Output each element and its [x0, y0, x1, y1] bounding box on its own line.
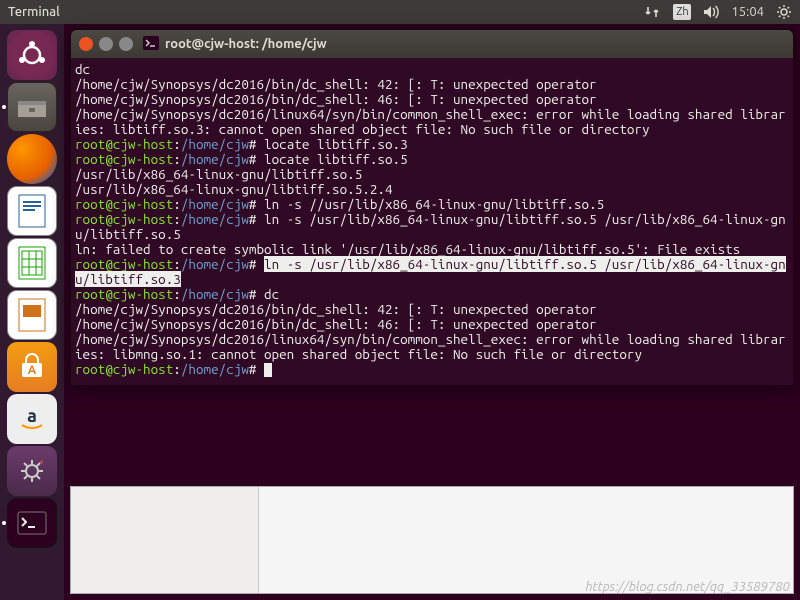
top-menubar: Terminal Zh 15:04: [0, 0, 800, 24]
window-minimize-button[interactable]: [99, 37, 113, 51]
libreoffice-calc-icon[interactable]: [7, 238, 57, 288]
system-settings-icon[interactable]: [7, 446, 57, 496]
window-close-button[interactable]: [79, 37, 93, 51]
file-manager-sidebar: [71, 487, 259, 593]
svg-text:a: a: [27, 406, 37, 426]
term-line: /home/cjw/Synopsys/dc2016/bin/dc_shell: …: [75, 91, 597, 107]
dash-icon[interactable]: [7, 30, 57, 80]
term-cmd: ln -s //usr/lib/x86_64-linux-gnu/libtiff…: [264, 196, 604, 212]
term-line: /home/cjw/Synopsys/dc2016/linux64/syn/bi…: [75, 106, 786, 137]
sound-indicator-icon[interactable]: [703, 5, 721, 19]
firefox-icon[interactable]: [7, 134, 57, 184]
prompt-user: root@cjw-host: [75, 136, 173, 152]
file-manager-window[interactable]: [70, 486, 794, 594]
ubuntu-software-icon[interactable]: A: [7, 342, 57, 392]
system-gear-icon[interactable]: [776, 4, 792, 20]
terminal-window: root@cjw-host: /home/cjw dc /home/cjw/Sy…: [70, 29, 794, 386]
network-indicator-icon[interactable]: [645, 5, 661, 19]
menubar-app-label: Terminal: [8, 5, 60, 19]
ime-badge: Zh: [673, 4, 691, 20]
files-icon[interactable]: [7, 82, 57, 132]
libreoffice-impress-icon[interactable]: [7, 290, 57, 340]
term-line: /home/cjw/Synopsys/dc2016/bin/dc_shell: …: [75, 316, 597, 332]
ime-indicator[interactable]: Zh: [673, 4, 691, 20]
term-line: /home/cjw/Synopsys/dc2016/linux64/syn/bi…: [75, 331, 786, 362]
term-line: /home/cjw/Synopsys/dc2016/bin/dc_shell: …: [75, 76, 597, 92]
term-line: /home/cjw/Synopsys/dc2016/bin/dc_shell: …: [75, 301, 597, 317]
terminal-titlebar[interactable]: root@cjw-host: /home/cjw: [71, 30, 793, 58]
terminal-titlebar-icon: [143, 36, 159, 53]
terminal-output[interactable]: dc /home/cjw/Synopsys/dc2016/bin/dc_shel…: [71, 58, 793, 385]
terminal-launcher-icon[interactable]: [7, 498, 57, 548]
terminal-cursor: [264, 363, 272, 377]
svg-text:A: A: [28, 364, 37, 377]
term-line: /usr/lib/x86_64-linux-gnu/libtiff.so.5: [75, 166, 362, 182]
term-cmd: locate libtiff.so.5: [264, 151, 408, 167]
prompt-path: /home/cjw: [181, 136, 249, 152]
unity-launcher: A a: [0, 24, 64, 600]
term-line: dc: [75, 61, 90, 77]
term-line: ln: failed to create symbolic link '/usr…: [75, 241, 740, 257]
window-maximize-button[interactable]: [119, 37, 133, 51]
libreoffice-writer-icon[interactable]: [7, 186, 57, 236]
term-line: /usr/lib/x86_64-linux-gnu/libtiff.so.5.2…: [75, 181, 393, 197]
watermark-text: https://blog.csdn.net/qq_33589780: [585, 580, 790, 594]
terminal-title-text: root@cjw-host: /home/cjw: [165, 37, 327, 51]
clock[interactable]: 15:04: [731, 5, 764, 19]
term-cmd: locate libtiff.so.3: [264, 136, 408, 152]
term-cmd: dc: [264, 286, 279, 302]
amazon-icon[interactable]: a: [7, 394, 57, 444]
